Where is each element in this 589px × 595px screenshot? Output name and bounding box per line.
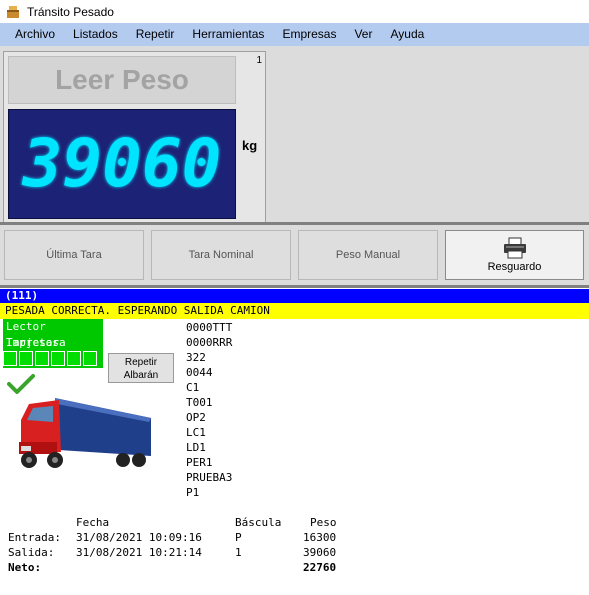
indicator xyxy=(19,351,33,366)
devices-panel: Lector Tarjetas Impresora xyxy=(3,319,103,368)
app-icon xyxy=(7,5,19,18)
truck-image xyxy=(19,398,151,468)
exit-date: 31/08/2021 10:21:14 xyxy=(76,546,202,559)
code-item: C1 xyxy=(186,381,200,394)
device-indicators xyxy=(3,351,99,366)
scale-panel: 1 Leer Peso 39060 kg xyxy=(3,51,266,223)
code-item: T001 xyxy=(186,396,213,409)
code-item: LD1 xyxy=(186,441,206,454)
menu-bar: Archivo Listados Repetir Herramientas Em… xyxy=(0,23,589,46)
menu-empresas[interactable]: Empresas xyxy=(273,23,345,46)
weight-value: 39060 xyxy=(22,125,222,202)
code-item: 0000TTT xyxy=(186,321,233,334)
net-label: Neto: xyxy=(8,561,42,574)
repeat-label-1: Repetir xyxy=(124,357,158,368)
code-item: P1 xyxy=(186,486,200,499)
indicator xyxy=(67,351,81,366)
code-item: 322 xyxy=(186,351,206,364)
table-row-exit: Salida: 31/08/2021 10:21:14 1 39060 xyxy=(8,545,368,560)
menu-herramientas[interactable]: Herramientas xyxy=(183,23,273,46)
scale-area: 1 Leer Peso 39060 kg xyxy=(0,46,589,224)
window-title: Tránsito Pesado xyxy=(27,4,114,19)
code-item: PRUEBA3 xyxy=(186,471,233,484)
card-reader-label: Lector Tarjetas xyxy=(6,320,59,349)
indicator xyxy=(51,351,65,366)
separator xyxy=(0,285,589,288)
weight-digits: 39060 xyxy=(22,125,222,202)
entry-date: 31/08/2021 10:09:16 xyxy=(76,531,202,544)
read-weight-button[interactable]: Leer Peso xyxy=(8,56,236,104)
table-row-net: Neto: 22760 xyxy=(8,560,368,575)
menu-ayuda[interactable]: Ayuda xyxy=(381,23,433,46)
weight-unit: kg xyxy=(242,138,258,153)
indicator xyxy=(3,351,17,366)
code-item: PER1 xyxy=(186,456,213,469)
manual-weight-button[interactable]: Peso Manual xyxy=(298,230,438,280)
printer-icon xyxy=(503,237,526,259)
table-row-entry: Entrada: 31/08/2021 10:09:16 P 16300 xyxy=(8,530,368,545)
code-item: LC1 xyxy=(186,426,206,439)
table-header: Fecha Báscula Peso xyxy=(8,515,368,530)
entry-scale: P xyxy=(235,531,242,544)
menu-archivo[interactable]: Archivo xyxy=(6,23,64,46)
codes-list: 0000TTT 0000RRR 322 0044 C1 T001 OP2 LC1… xyxy=(186,320,232,500)
entry-label: Entrada: xyxy=(8,531,61,544)
net-weight: 22760 xyxy=(303,561,337,574)
action-buttons: Última Tara Tara Nominal Peso Manual Res… xyxy=(0,225,589,285)
code-item: OP2 xyxy=(186,411,206,424)
exit-weight: 39060 xyxy=(303,546,337,559)
repeat-label-2: Albarán xyxy=(123,370,159,381)
weighings-table: Fecha Báscula Peso Entrada: 31/08/2021 1… xyxy=(8,515,368,575)
receipt-button[interactable]: Resguardo xyxy=(445,230,584,280)
indicator xyxy=(83,351,97,366)
exit-label: Salida: xyxy=(8,546,55,559)
repeat-delivery-note-button[interactable]: Repetir Albarán xyxy=(108,353,174,383)
status-message: PESADA CORRECTA. ESPERANDO SALIDA CAMION xyxy=(0,303,589,319)
weight-display: 39060 xyxy=(8,109,236,219)
indicator xyxy=(35,351,49,366)
header-date: Fecha xyxy=(76,516,110,529)
entry-weight: 16300 xyxy=(303,531,337,544)
scale-number: 1 xyxy=(256,55,262,66)
header-scale: Báscula xyxy=(235,516,282,529)
title-bar: Tránsito Pesado xyxy=(0,0,589,23)
menu-listados[interactable]: Listados xyxy=(64,23,127,46)
menu-ver[interactable]: Ver xyxy=(345,23,381,46)
code-item: 0044 xyxy=(186,366,213,379)
status-code: (111) xyxy=(0,289,589,303)
code-item: 0000RRR xyxy=(186,336,233,349)
header-weight: Peso xyxy=(310,516,337,529)
nominal-tare-button[interactable]: Tara Nominal xyxy=(151,230,291,280)
printer-label: Impresora xyxy=(6,336,66,349)
exit-scale: 1 xyxy=(235,546,242,559)
last-tare-button[interactable]: Última Tara xyxy=(4,230,144,280)
menu-repetir[interactable]: Repetir xyxy=(127,23,184,46)
receipt-label: Resguardo xyxy=(487,261,542,273)
